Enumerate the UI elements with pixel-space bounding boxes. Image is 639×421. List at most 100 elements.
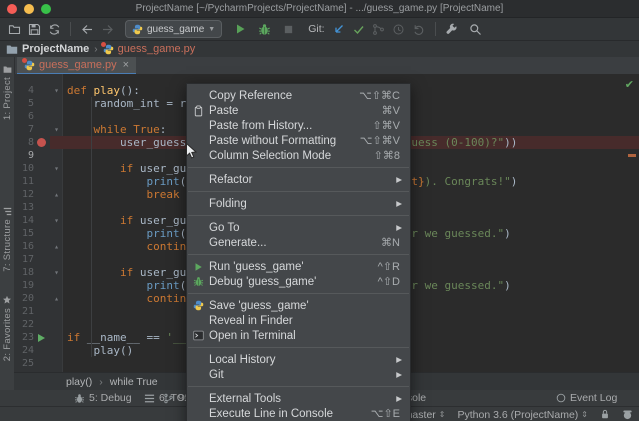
gutter-marker-area[interactable] bbox=[34, 162, 50, 175]
gutter-marker-area[interactable] bbox=[34, 175, 50, 188]
line-number[interactable]: 9 bbox=[14, 149, 34, 162]
gutter-marker-area[interactable] bbox=[34, 84, 50, 97]
lock-icon[interactable] bbox=[600, 409, 610, 420]
gutter-marker-area[interactable] bbox=[34, 227, 50, 240]
interpreter-widget[interactable]: Python 3.6 (ProjectName) ⇕ bbox=[457, 409, 588, 421]
run-gutter-icon[interactable] bbox=[38, 334, 45, 342]
debug-button[interactable] bbox=[254, 20, 274, 38]
menu-item-generate[interactable]: Generate...⌘N bbox=[187, 235, 410, 250]
line-number[interactable]: 21 bbox=[14, 305, 34, 318]
forward-arrow-icon[interactable] bbox=[97, 20, 117, 38]
line-number[interactable]: 13 bbox=[14, 201, 34, 214]
breakpoint-icon[interactable] bbox=[37, 138, 46, 147]
menu-item-go-to[interactable]: Go To▶ bbox=[187, 220, 410, 235]
line-number[interactable]: 24 bbox=[14, 344, 34, 357]
gutter-marker-area[interactable] bbox=[34, 201, 50, 214]
fold-marker-icon[interactable]: ▾ bbox=[50, 214, 63, 227]
line-number[interactable]: 15 bbox=[14, 227, 34, 240]
fold-marker-icon[interactable]: ▾ bbox=[50, 162, 63, 175]
line-number[interactable]: 11 bbox=[14, 175, 34, 188]
breadcrumb-while-true[interactable]: while True bbox=[110, 376, 158, 388]
sidebar-item-structure[interactable]: 7: Structure bbox=[0, 207, 14, 272]
gutter-marker-area[interactable] bbox=[34, 318, 50, 331]
fold-marker-icon[interactable]: ▴ bbox=[50, 188, 63, 201]
gutter-marker-area[interactable] bbox=[34, 331, 50, 344]
menu-item-folding[interactable]: Folding▶ bbox=[187, 196, 410, 211]
search-everywhere-icon[interactable] bbox=[466, 20, 486, 38]
line-number[interactable]: 6 bbox=[14, 110, 34, 123]
gutter-marker-area[interactable] bbox=[34, 305, 50, 318]
gutter-marker-area[interactable] bbox=[34, 214, 50, 227]
line-number[interactable]: 4 bbox=[14, 84, 34, 97]
menu-item-run-guess-game[interactable]: Run 'guess_game'^⇧R bbox=[187, 259, 410, 274]
gutter-marker-area[interactable] bbox=[34, 357, 50, 370]
fold-marker-icon[interactable]: ▾ bbox=[50, 84, 63, 97]
line-number[interactable]: 23 bbox=[14, 331, 34, 344]
menu-item-execute-line-in-console[interactable]: Execute Line in Console⌥⇧E bbox=[187, 406, 410, 421]
fold-marker-icon[interactable]: ▴ bbox=[50, 292, 63, 305]
gutter-marker-area[interactable] bbox=[34, 188, 50, 201]
menu-item-local-history[interactable]: Local History▶ bbox=[187, 352, 410, 367]
gutter-marker-area[interactable] bbox=[34, 110, 50, 123]
gutter-marker-area[interactable] bbox=[34, 266, 50, 279]
run-configuration-selector[interactable]: guess_game ▼ bbox=[125, 20, 222, 38]
line-number[interactable]: 10 bbox=[14, 162, 34, 175]
rollback-icon[interactable] bbox=[409, 20, 429, 38]
toolwindow-debug[interactable]: 5: Debug bbox=[74, 390, 132, 406]
line-number[interactable]: 16 bbox=[14, 240, 34, 253]
sidebar-item-favorites[interactable]: 2: Favorites bbox=[0, 295, 14, 361]
merge-icon[interactable] bbox=[369, 20, 389, 38]
menu-item-reveal-in-finder[interactable]: Reveal in Finder bbox=[187, 313, 410, 328]
error-stripe-mark[interactable] bbox=[628, 154, 636, 157]
menu-item-save-guess-game[interactable]: Save 'guess_game' bbox=[187, 298, 410, 313]
gutter-marker-area[interactable] bbox=[34, 149, 50, 162]
menu-item-git[interactable]: Git▶ bbox=[187, 367, 410, 382]
menu-item-copy-reference[interactable]: Copy Reference⌥⇧⌘C bbox=[187, 88, 410, 103]
menu-item-external-tools[interactable]: External Tools▶ bbox=[187, 391, 410, 406]
gutter-marker-area[interactable] bbox=[34, 344, 50, 357]
run-button[interactable] bbox=[230, 20, 250, 38]
line-number[interactable]: 7 bbox=[14, 123, 34, 136]
toolwindow-event-log[interactable]: Event Log bbox=[556, 390, 617, 406]
line-number[interactable]: 17 bbox=[14, 253, 34, 266]
menu-item-paste[interactable]: Paste⌘V bbox=[187, 103, 410, 118]
history-clock-icon[interactable] bbox=[389, 20, 409, 38]
settings-wrench-icon[interactable] bbox=[442, 20, 462, 38]
gutter-marker-area[interactable] bbox=[34, 136, 50, 149]
highlighting-level-icon[interactable] bbox=[622, 409, 633, 420]
line-number[interactable]: 19 bbox=[14, 279, 34, 292]
line-number[interactable]: 5 bbox=[14, 97, 34, 110]
fold-marker-icon[interactable]: ▾ bbox=[50, 123, 63, 136]
gutter-marker-area[interactable] bbox=[34, 279, 50, 292]
menu-item-open-in-terminal[interactable]: Open in Terminal bbox=[187, 328, 410, 343]
gutter-marker-area[interactable] bbox=[34, 97, 50, 110]
sidebar-item-project[interactable]: 1: Project bbox=[0, 65, 14, 120]
breadcrumb-play[interactable]: play() bbox=[66, 376, 92, 388]
gutter-marker-area[interactable] bbox=[34, 240, 50, 253]
line-number[interactable]: 20 bbox=[14, 292, 34, 305]
gutter-marker-area[interactable] bbox=[34, 123, 50, 136]
line-number[interactable]: 18 bbox=[14, 266, 34, 279]
open-folder-icon[interactable] bbox=[4, 20, 24, 38]
line-number[interactable]: 14 bbox=[14, 214, 34, 227]
breadcrumb-file[interactable]: guess_game.py bbox=[118, 43, 196, 55]
line-number[interactable]: 25 bbox=[14, 357, 34, 370]
commit-icon[interactable] bbox=[349, 20, 369, 38]
gutter-marker-area[interactable] bbox=[34, 292, 50, 305]
line-number[interactable]: 22 bbox=[14, 318, 34, 331]
line-number[interactable]: 12 bbox=[14, 188, 34, 201]
save-all-icon[interactable] bbox=[24, 20, 44, 38]
back-arrow-icon[interactable] bbox=[77, 20, 97, 38]
update-project-icon[interactable] bbox=[329, 20, 349, 38]
gutter-marker-area[interactable] bbox=[34, 253, 50, 266]
fold-marker-icon[interactable]: ▴ bbox=[50, 240, 63, 253]
menu-item-paste-from-history[interactable]: Paste from History...⇧⌘V bbox=[187, 118, 410, 133]
synchronize-icon[interactable] bbox=[44, 20, 64, 38]
menu-item-debug-guess-game[interactable]: Debug 'guess_game'^⇧D bbox=[187, 274, 410, 289]
breadcrumb-project[interactable]: ProjectName bbox=[22, 43, 89, 55]
fold-marker-icon[interactable]: ▾ bbox=[50, 266, 63, 279]
stop-button[interactable] bbox=[278, 20, 298, 38]
menu-item-refactor[interactable]: Refactor▶ bbox=[187, 172, 410, 187]
close-tab-icon[interactable]: × bbox=[123, 59, 129, 71]
tab-guess-game[interactable]: guess_game.py × bbox=[17, 57, 136, 75]
